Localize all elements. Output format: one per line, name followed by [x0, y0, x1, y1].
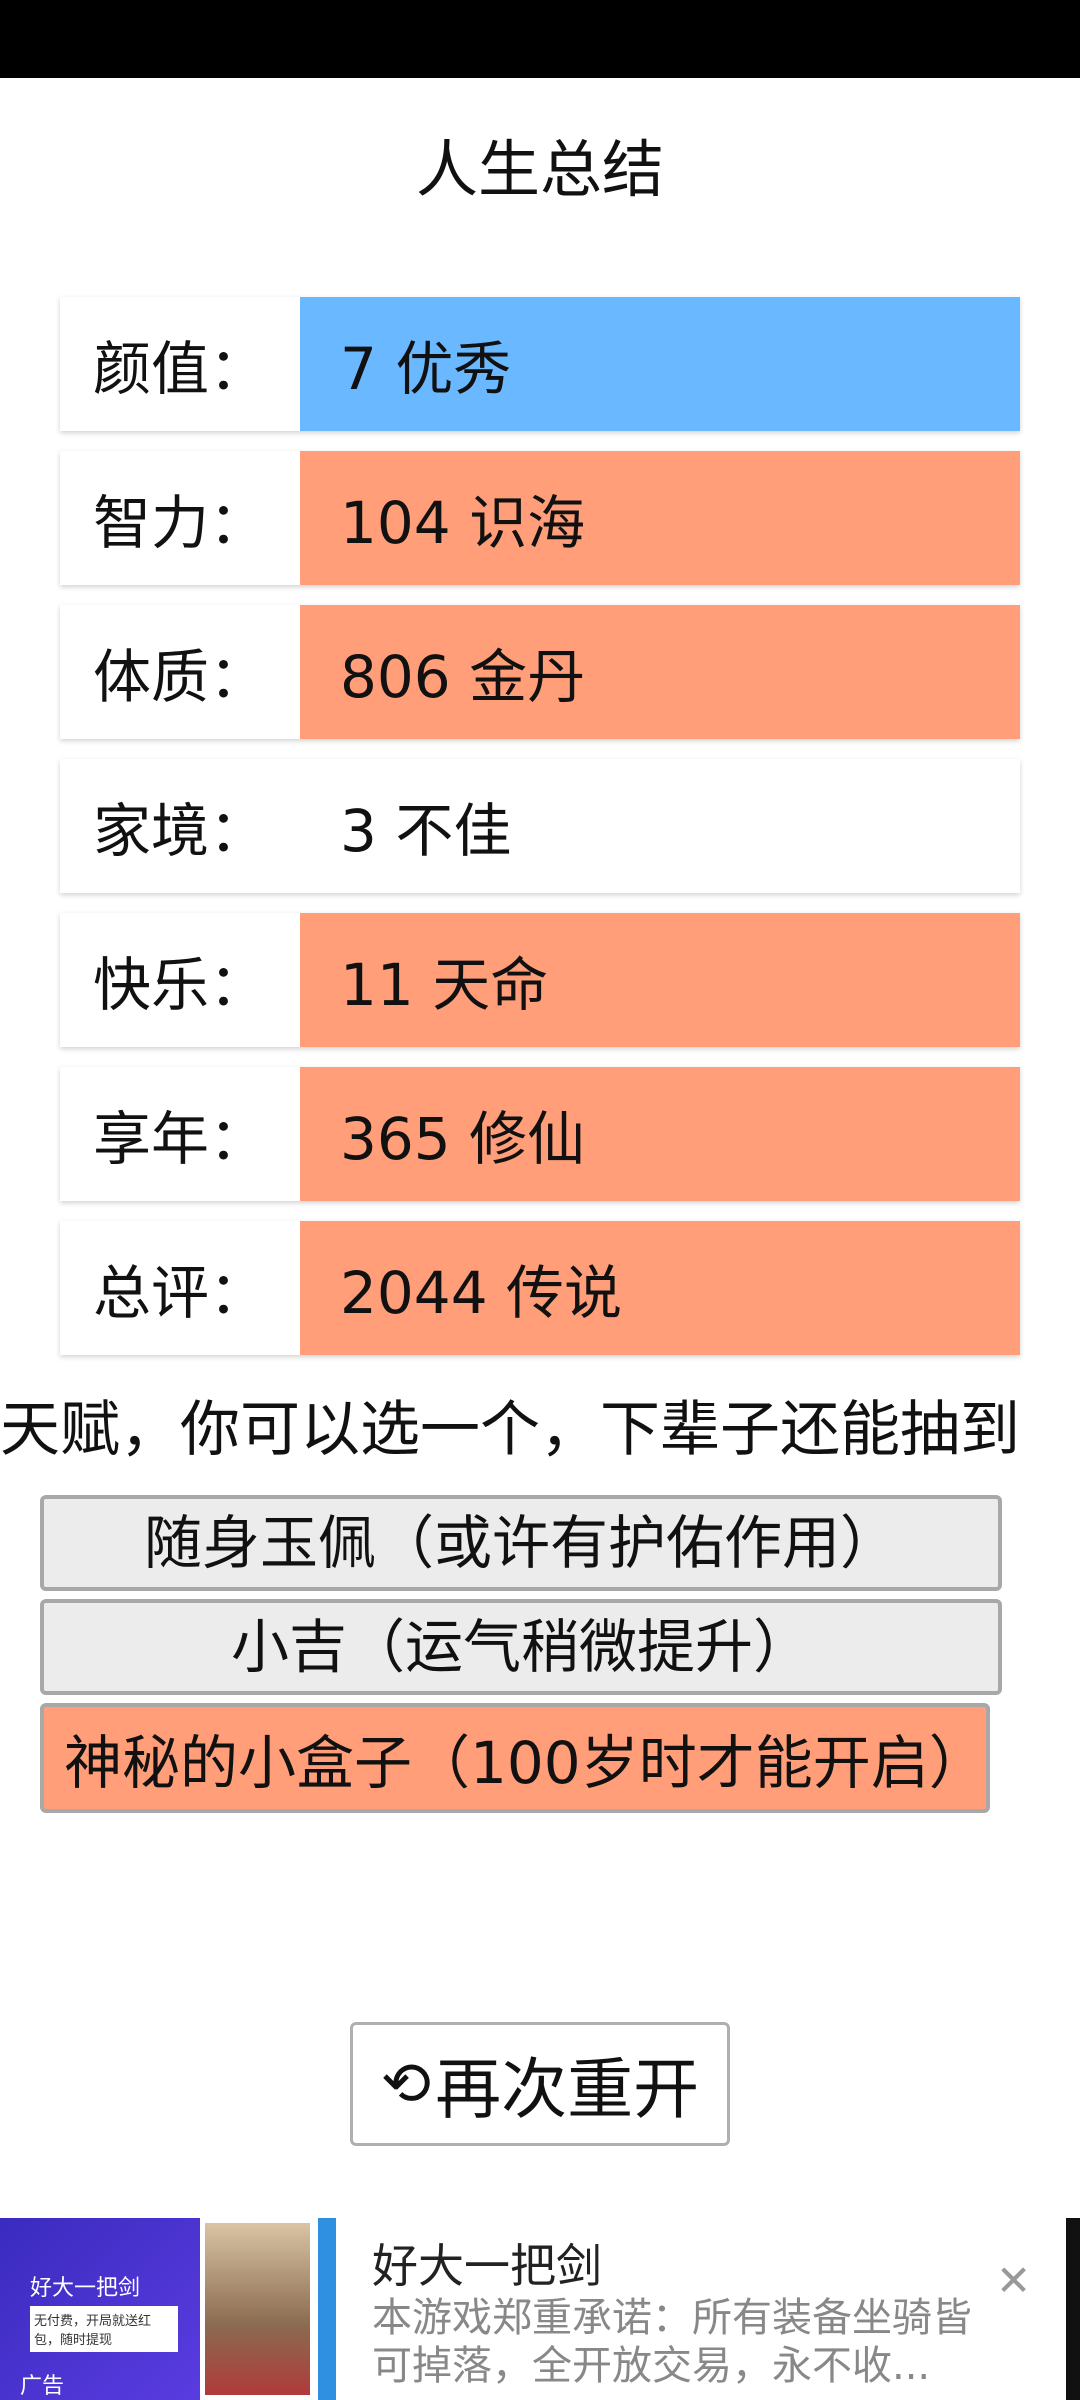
stat-label: 智力：	[60, 451, 300, 585]
stat-label: 颜值：	[60, 297, 300, 431]
restart-button[interactable]: ⟲ 再次重开	[350, 2022, 730, 2146]
ad-description[interactable]: 本游戏郑重承诺：所有装备坐骑皆可掉落，全开放交易，永不收...	[372, 2294, 992, 2390]
stat-label: 家境：	[60, 759, 300, 893]
ad-image[interactable]	[205, 2223, 310, 2395]
ad-edge	[1066, 2218, 1080, 2400]
stat-value: 104 识海	[300, 451, 1020, 585]
status-bar	[0, 0, 1080, 78]
ad-thumb-title: 好大一把剑	[30, 2276, 141, 2301]
close-icon[interactable]: ✕	[996, 2256, 1031, 2305]
ad-banner[interactable]: 好大一把剑 无付费，开局就送红包，随时提现 广告 好大一把剑 本游戏郑重承诺：所…	[0, 2218, 1080, 2400]
stat-row-constitution: 体质： 806 金丹	[60, 605, 1020, 739]
talent-option-selected[interactable]: 神秘的小盒子（100岁时才能开启）	[40, 1703, 990, 1813]
stat-row-appearance: 颜值： 7 优秀	[60, 297, 1020, 431]
stat-label: 享年：	[60, 1067, 300, 1201]
refresh-icon: ⟲	[380, 2049, 432, 2119]
ad-image-strip	[318, 2218, 336, 2400]
talent-option[interactable]: 随身玉佩（或许有护佑作用）	[40, 1495, 1002, 1591]
stat-row-overall: 总评： 2044 传说	[60, 1221, 1020, 1355]
stat-row-lifespan: 享年： 365 修仙	[60, 1067, 1020, 1201]
ad-title[interactable]: 好大一把剑	[372, 2230, 602, 2296]
stat-label: 总评：	[60, 1221, 300, 1355]
stat-row-happiness: 快乐： 11 天命	[60, 913, 1020, 1047]
page-title: 人生总结	[415, 133, 664, 206]
stat-value: 365 修仙	[300, 1067, 1020, 1201]
talent-prompt: 天赋，你可以选一个，下辈子还能抽到	[0, 1395, 1020, 1465]
stat-value: 3 不佳	[300, 759, 1020, 893]
ad-thumb-subtitle: 无付费，开局就送红包，随时提现	[30, 2306, 178, 2352]
stat-label: 体质：	[60, 605, 300, 739]
stat-value: 2044 传说	[300, 1221, 1020, 1355]
stat-row-family: 家境： 3 不佳	[60, 759, 1020, 893]
stat-value: 806 金丹	[300, 605, 1020, 739]
restart-label: 再次重开	[435, 2051, 700, 2128]
stat-row-intelligence: 智力： 104 识海	[60, 451, 1020, 585]
stat-value: 7 优秀	[300, 297, 1020, 431]
talent-list: 随身玉佩（或许有护佑作用） 小吉（运气稍微提升） 神秘的小盒子（100岁时才能开…	[40, 1495, 1002, 1900]
stat-value: 11 天命	[300, 913, 1020, 1047]
stats-list: 颜值： 7 优秀 智力： 104 识海 体质： 806 金丹 家境： 3 不佳 …	[60, 297, 1020, 1375]
talent-option[interactable]: 小吉（运气稍微提升）	[40, 1599, 1002, 1695]
ad-thumbnail[interactable]: 好大一把剑 无付费，开局就送红包，随时提现 广告	[0, 2218, 200, 2400]
ad-tag: 广告	[20, 2374, 65, 2399]
stat-label: 快乐：	[60, 913, 300, 1047]
